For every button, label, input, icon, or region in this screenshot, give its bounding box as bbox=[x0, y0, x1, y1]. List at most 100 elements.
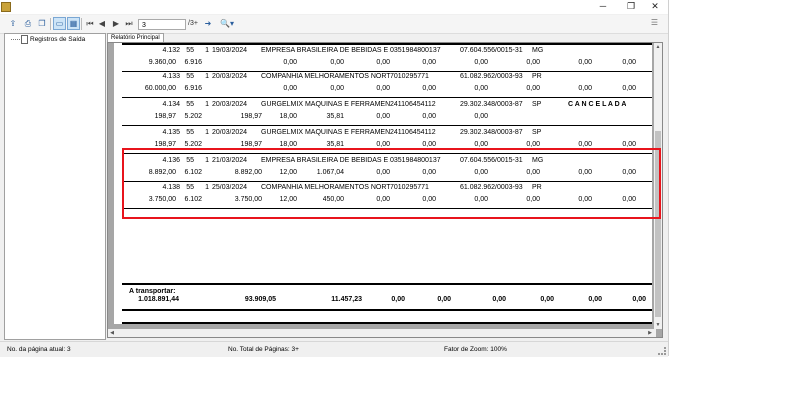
toolbar: ⇪ ⎙ ❐ ▭ ▦ ⏮ ◀ ▶ ⏭ 3 /3+ ➜ 🔍▾ ☰ bbox=[0, 15, 668, 34]
transport-value: 0,00 bbox=[437, 296, 451, 303]
record-value: 0,00 bbox=[422, 113, 436, 120]
record-value: 0,00 bbox=[578, 85, 592, 92]
record-value: 35,81 bbox=[326, 141, 344, 148]
copy-icon[interactable]: ❐ bbox=[36, 18, 48, 30]
record-value: 0,00 bbox=[578, 59, 592, 66]
record-value: 0,00 bbox=[474, 59, 488, 66]
goto-icon[interactable]: ➜ bbox=[202, 18, 214, 30]
record-separator bbox=[122, 97, 652, 98]
record-value: 6.916 bbox=[184, 85, 202, 92]
page-number-input[interactable]: 3 bbox=[138, 19, 186, 30]
tab-strip: Relatório Principal bbox=[107, 33, 663, 43]
record-row: 4.133 55 1 20/03/2024 COMPANHIA MELHORAMENTO… bbox=[114, 71, 652, 99]
maximize-button[interactable]: ❐ bbox=[618, 0, 644, 14]
record-value: 0,00 bbox=[474, 141, 488, 148]
record-b: 1 bbox=[205, 101, 209, 108]
record-value: 0,00 bbox=[622, 85, 636, 92]
scroll-left-icon[interactable]: ◀ bbox=[108, 329, 116, 337]
transport-value: 0,00 bbox=[391, 296, 405, 303]
record-company: COMPANHIA MELHORAMENTOS NORTE DO bbox=[261, 73, 390, 80]
first-page-icon[interactable]: ⏮ bbox=[84, 18, 96, 30]
record-cnpj: 29.302.348/0003-87 bbox=[460, 101, 523, 108]
print-icon[interactable]: ⎙ bbox=[22, 18, 34, 30]
record-a: 55 bbox=[186, 73, 194, 80]
close-button[interactable]: ✕ bbox=[642, 0, 668, 14]
record-value: 60.000,00 bbox=[144, 85, 176, 92]
tree-item-registros-de-saida[interactable]: Registros de Saída bbox=[11, 35, 85, 44]
record-cnpj: 29.302.348/0003-87 bbox=[460, 129, 523, 136]
record-value: 18,00 bbox=[279, 141, 297, 148]
record-value: 5.202 bbox=[184, 113, 202, 120]
record-value: 6.916 bbox=[184, 59, 202, 66]
transport-value: 0,00 bbox=[540, 296, 554, 303]
export-icon[interactable]: ⇪ bbox=[7, 18, 19, 30]
scroll-down-icon[interactable]: ▼ bbox=[654, 321, 662, 329]
record-value: 0,00 bbox=[330, 59, 344, 66]
record-num: 4.134 bbox=[162, 101, 180, 108]
overflow-icon[interactable]: ☰ bbox=[651, 18, 658, 27]
prev-page-icon[interactable]: ◀ bbox=[96, 18, 108, 30]
record-value: 18,00 bbox=[279, 113, 297, 120]
zoom-status: Fator de Zoom: 100% bbox=[444, 346, 507, 353]
record-value: 35,81 bbox=[326, 113, 344, 120]
horizontal-scrollbar[interactable]: ◀ ▶ bbox=[108, 329, 656, 337]
record-a: 55 bbox=[186, 101, 194, 108]
toolbar-separator bbox=[50, 18, 51, 30]
scroll-right-icon[interactable]: ▶ bbox=[646, 329, 654, 337]
record-value: 0,00 bbox=[622, 59, 636, 66]
record-company: GURGELMIX MAQUINAS E FERRAMENTAS bbox=[261, 101, 390, 108]
transport-bottom-rule bbox=[122, 309, 652, 311]
report-viewer-window: ─ ❐ ✕ ⇪ ⎙ ❐ ▭ ▦ ⏮ ◀ ▶ ⏭ 3 /3+ ➜ 🔍▾ ☰ Reg… bbox=[0, 0, 669, 357]
transport-top-rule bbox=[122, 283, 652, 285]
single-page-icon[interactable]: ▭ bbox=[53, 17, 66, 30]
record-row: 4.134 55 1 20/03/2024 GURGELMIX MAQUINAS E F… bbox=[114, 99, 652, 127]
minimize-button[interactable]: ─ bbox=[590, 0, 616, 14]
record-value: 0,00 bbox=[376, 113, 390, 120]
multi-page-icon[interactable]: ▦ bbox=[67, 17, 80, 30]
toolbar-separator bbox=[81, 18, 82, 30]
record-b: 1 bbox=[205, 47, 209, 54]
record-uf: MG bbox=[532, 47, 544, 54]
transport-value: 93.909,05 bbox=[244, 296, 276, 303]
record-cnpj: 61.082.962/0003-93 bbox=[460, 73, 523, 80]
document-icon bbox=[21, 35, 28, 44]
record-num: 4.133 bbox=[162, 73, 180, 80]
transport-label: A transportar: bbox=[129, 288, 176, 295]
transport-value: 11.457,23 bbox=[331, 296, 362, 303]
next-page-icon[interactable]: ▶ bbox=[110, 18, 122, 30]
transport-value: 0,00 bbox=[632, 296, 646, 303]
page-total-label: /3+ bbox=[188, 20, 198, 27]
record-date: 20/03/2024 bbox=[212, 129, 248, 136]
record-value: 0,00 bbox=[526, 141, 540, 148]
record-ie: 241106454112 bbox=[390, 101, 436, 108]
record-value: 198,97 bbox=[154, 141, 176, 148]
record-date: 20/03/2024 bbox=[212, 101, 248, 108]
record-a: 55 bbox=[186, 47, 194, 54]
resize-grip-icon[interactable] bbox=[658, 347, 666, 355]
record-cnpj: 07.604.556/0015-31 bbox=[460, 47, 523, 54]
record-uf: SP bbox=[532, 129, 542, 136]
record-row: 4.132 55 1 19/03/2024 EMPRESA BRASILEIRA DE … bbox=[114, 45, 652, 73]
record-value: 0,00 bbox=[526, 59, 540, 66]
transport-value: 1.018.891,44 bbox=[138, 296, 179, 303]
record-num: 4.135 bbox=[162, 129, 180, 136]
record-value: 0,00 bbox=[283, 85, 297, 92]
record-company: EMPRESA BRASILEIRA DE BEBIDAS E ALI bbox=[261, 47, 390, 54]
last-page-icon[interactable]: ⏭ bbox=[123, 18, 135, 30]
record-status: C A N C E L A D A bbox=[568, 101, 627, 108]
report-tree: Registros de Saída bbox=[4, 33, 106, 340]
transport-value: 0,00 bbox=[588, 296, 602, 303]
transport-value: 0,00 bbox=[492, 296, 506, 303]
record-date: 20/03/2024 bbox=[212, 73, 248, 80]
record-value: 0,00 bbox=[330, 85, 344, 92]
record-company: GURGELMIX MAQUINAS E FERRAMENTAS bbox=[261, 129, 390, 136]
scroll-up-icon[interactable]: ▲ bbox=[654, 43, 662, 51]
zoom-icon[interactable]: 🔍▾ bbox=[218, 18, 236, 30]
record-value: 0,00 bbox=[474, 85, 488, 92]
tree-item-label: Registros de Saída bbox=[30, 36, 86, 44]
record-uf: PR bbox=[532, 73, 542, 80]
record-value: 0,00 bbox=[376, 141, 390, 148]
record-ie: 7010295771 bbox=[390, 73, 429, 80]
record-value: 0,00 bbox=[422, 141, 436, 148]
record-value: 0,00 bbox=[283, 59, 297, 66]
